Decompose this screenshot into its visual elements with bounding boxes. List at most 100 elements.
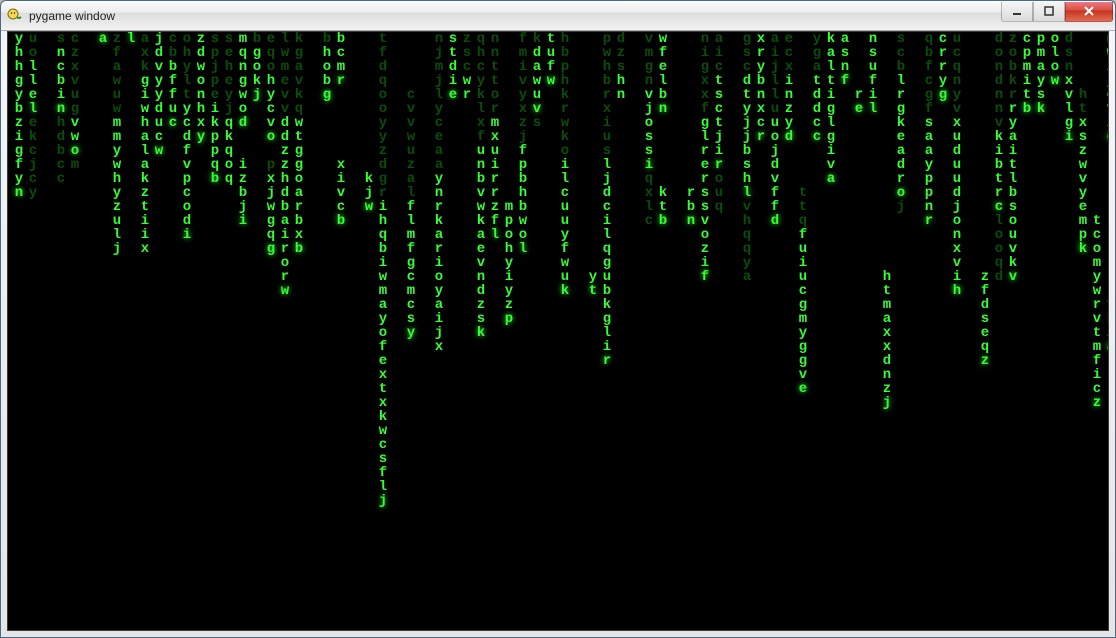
rain-char: l: [404, 186, 418, 200]
rain-char: c: [334, 46, 348, 60]
rain-char: o: [26, 46, 40, 60]
rain-column: pmaysk: [1034, 32, 1048, 116]
rain-char: z: [194, 32, 208, 46]
rain-char: y: [26, 186, 40, 200]
rain-char: i: [1062, 130, 1076, 144]
rain-char: q: [376, 74, 390, 88]
rain-char: z: [278, 144, 292, 158]
pygame-surface: yhhgybzigfynuollelekcjcysncbinhdbccczxvu…: [7, 31, 1109, 631]
rain-char: k: [292, 88, 306, 102]
rain-char: p: [264, 158, 278, 172]
rain-char: i: [558, 158, 572, 172]
rain-char: z: [614, 46, 628, 60]
rain-column: qhcyklxfunbvwkaevndzsk: [474, 32, 488, 340]
rain-column: dondnnvkibtrclooqd: [992, 32, 1006, 284]
rain-char: b: [684, 200, 698, 214]
rain-char: t: [824, 74, 838, 88]
rain-char: r: [852, 88, 866, 102]
rain-char: o: [992, 46, 1006, 60]
rain-char: n: [614, 88, 628, 102]
rain-char: y: [1090, 270, 1104, 284]
rain-column: zobkrryaitlbsouvkv: [1006, 32, 1020, 284]
rain-column: mpohyiyzp: [502, 200, 516, 326]
maximize-button[interactable]: [1033, 2, 1065, 22]
rain-char: y: [474, 74, 488, 88]
rain-char: w: [110, 102, 124, 116]
rain-char: n: [684, 214, 698, 228]
rain-char: a: [376, 298, 390, 312]
rain-char: r: [754, 46, 768, 60]
rain-char: g: [376, 172, 390, 186]
rain-char: x: [1062, 74, 1076, 88]
rain-char: d: [1062, 32, 1076, 46]
rain-char: c: [264, 102, 278, 116]
minimize-button[interactable]: [1001, 2, 1033, 22]
rain-char: c: [600, 200, 614, 214]
rain-char: w: [278, 284, 292, 298]
rain-char: l: [404, 214, 418, 228]
window-titlebar[interactable]: pygame window: [1, 1, 1115, 31]
rain-column: aijlluuojdvffd: [768, 32, 782, 228]
rain-char: g: [292, 144, 306, 158]
rain-char: m: [796, 312, 810, 326]
rain-char: v: [278, 88, 292, 102]
rain-char: a: [1034, 60, 1048, 74]
window-title: pygame window: [29, 9, 1001, 23]
rain-char: o: [1006, 214, 1020, 228]
close-button[interactable]: [1065, 2, 1113, 22]
rain-char: i: [1090, 368, 1104, 382]
rain-char: f: [488, 214, 502, 228]
rain-char: e: [698, 158, 712, 172]
rain-char: a: [824, 172, 838, 186]
pygame-snake-icon: [7, 8, 23, 24]
rain-char: w: [110, 158, 124, 172]
rain-char: e: [222, 74, 236, 88]
rain-char: o: [68, 144, 82, 158]
rain-column: scblrgkeadroj: [894, 32, 908, 214]
rain-char: g: [824, 130, 838, 144]
rain-char: p: [600, 32, 614, 46]
rain-char: c: [166, 116, 180, 130]
rain-char: o: [992, 228, 1006, 242]
rain-char: o: [222, 158, 236, 172]
rain-column: qbfcgfsaayppnr: [922, 32, 936, 228]
rain-char: x: [754, 102, 768, 116]
rain-char: f: [166, 88, 180, 102]
rain-char: a: [432, 158, 446, 172]
rain-char: u: [866, 60, 880, 74]
rain-char: s: [1062, 46, 1076, 60]
rain-char: c: [796, 284, 810, 298]
rain-char: g: [642, 60, 656, 74]
rain-char: u: [558, 270, 572, 284]
rain-char: h: [950, 284, 964, 298]
rain-char: v: [404, 116, 418, 130]
rain-char: i: [432, 312, 446, 326]
rain-char: r: [558, 102, 572, 116]
rain-char: u: [474, 144, 488, 158]
rain-char: v: [474, 186, 488, 200]
rain-char: r: [684, 186, 698, 200]
rain-char: o: [194, 74, 208, 88]
rain-char: y: [950, 88, 964, 102]
rain-char: c: [404, 270, 418, 284]
rain-char: r: [894, 172, 908, 186]
rain-char: u: [950, 172, 964, 186]
rain-char: s: [446, 32, 460, 46]
rain-char: y: [432, 284, 446, 298]
rain-char: f: [768, 200, 782, 214]
rain-char: j: [768, 60, 782, 74]
rain-char: m: [334, 60, 348, 74]
rain-char: y: [740, 102, 754, 116]
rain-char: d: [376, 60, 390, 74]
rain-char: b: [894, 60, 908, 74]
rain-char: u: [796, 270, 810, 284]
rain-char: b: [1006, 186, 1020, 200]
rain-char: x: [432, 340, 446, 354]
rain-char: j: [894, 200, 908, 214]
rain-column: nsufil: [866, 32, 880, 116]
rain-char: k: [824, 32, 838, 46]
rain-char: v: [530, 102, 544, 116]
rain-char: l: [824, 116, 838, 130]
rain-char: y: [110, 144, 124, 158]
rain-char: m: [1076, 214, 1090, 228]
